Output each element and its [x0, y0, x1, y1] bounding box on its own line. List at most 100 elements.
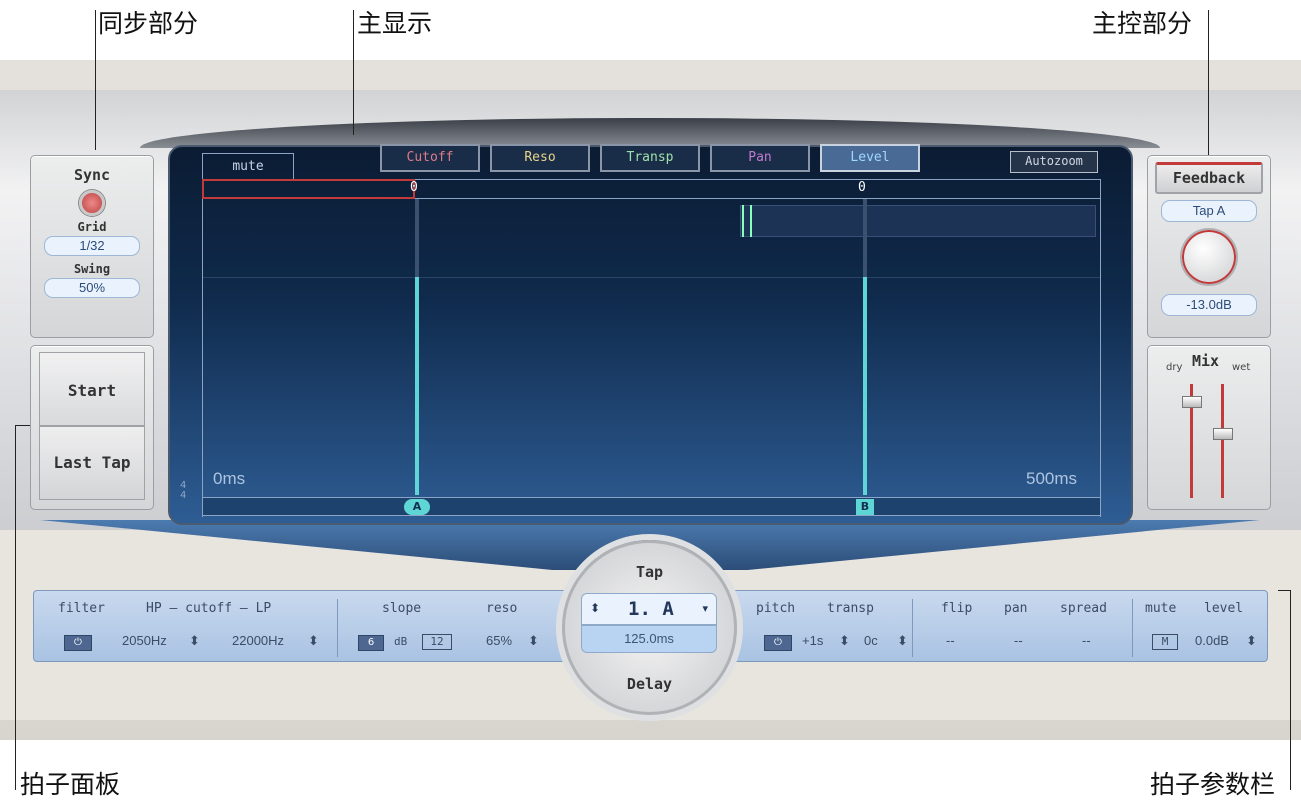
time-start-label: 0ms [213, 469, 246, 488]
tap-a-bar[interactable] [415, 277, 419, 495]
level-value[interactable]: 0.0dB [1195, 633, 1229, 648]
master-section: Feedback Tap A -13.0dB [1147, 155, 1271, 338]
tap-delay-dial[interactable]: Tap ⬍ 1. A ▾ 125.0ms Delay [562, 540, 737, 715]
start-button[interactable]: Start [39, 352, 145, 426]
flip-header: flip [941, 601, 973, 616]
spread-value[interactable]: -- [1082, 633, 1091, 648]
tap-select[interactable]: Tap A [1161, 200, 1257, 222]
annotation-master-section: 主控部分 [1092, 9, 1193, 38]
zoom-overview[interactable] [740, 205, 1096, 237]
reso-button[interactable]: Reso [490, 144, 590, 172]
slope-header: slope [382, 601, 422, 616]
mute-bar [202, 179, 415, 199]
slope-12-button[interactable]: 12 [422, 634, 452, 650]
lp-stepper-icon[interactable]: ⬍ [308, 633, 319, 649]
wet-slider-thumb[interactable] [1213, 428, 1233, 440]
mute-tab[interactable]: mute [202, 153, 294, 181]
hp-value[interactable]: 2050Hz [122, 633, 167, 648]
main-display[interactable]: mute 0 0 0ms 500ms 4 4 A B [168, 145, 1133, 525]
graph-frame [202, 199, 1101, 517]
gridline [203, 277, 1100, 278]
level-button[interactable]: Level [820, 144, 920, 172]
zoom-handle[interactable] [742, 205, 752, 237]
grid-value[interactable]: 1/32 [44, 236, 140, 256]
grid-label: Grid [77, 220, 107, 234]
annotation-line [1278, 590, 1290, 591]
sync-button[interactable] [79, 190, 105, 216]
time-end-label: 500ms [1026, 469, 1078, 488]
tap-pads: Start Last Tap [30, 345, 154, 510]
feedback-knob[interactable] [1180, 228, 1238, 286]
value-marker-a: 0 [410, 180, 418, 195]
pan-value[interactable]: -- [1014, 633, 1023, 648]
slope-6-button[interactable]: 6 [358, 635, 384, 651]
tap-a-line-dim [415, 199, 419, 279]
delay-time-field[interactable]: 125.0ms [581, 625, 717, 653]
transp-value[interactable]: 0c [864, 633, 878, 648]
annotation-tap-parameter-bar: 拍子参数栏 [1150, 770, 1276, 799]
tap-stepper-icon[interactable]: ⬍ [590, 601, 600, 615]
flip-value[interactable]: -- [946, 633, 955, 648]
autozoom-button[interactable]: Autozoom [1010, 151, 1098, 173]
reso-header: reso [486, 601, 518, 616]
pitch-power-button[interactable]: ⏻ [764, 635, 792, 651]
reso-stepper-icon[interactable]: ⬍ [528, 633, 539, 649]
last-tap-label: Last Tap [53, 453, 131, 472]
tap-a-marker[interactable]: A [404, 499, 430, 515]
cutoff-button[interactable]: Cutoff [380, 144, 480, 172]
pan-header: pan [1004, 601, 1028, 616]
annotation-line [1290, 590, 1291, 790]
wet-slider-track[interactable] [1221, 384, 1224, 498]
annotation-line [1208, 10, 1209, 160]
tap-selector[interactable]: ⬍ 1. A ▾ [581, 593, 717, 625]
divider [1132, 599, 1133, 657]
level-header: level [1204, 601, 1244, 616]
feedback-button[interactable]: Feedback [1155, 162, 1263, 194]
spread-header: spread [1060, 601, 1107, 616]
value-marker-b: 0 [858, 180, 866, 195]
transp-stepper-icon[interactable]: ⬍ [897, 633, 908, 649]
filter-power-button[interactable]: ⏻ [64, 635, 92, 651]
feedback-label: Feedback [1172, 169, 1246, 187]
annotation-main-display: 主显示 [357, 9, 433, 38]
mix-section: dry Mix wet [1147, 345, 1271, 510]
divider [912, 599, 913, 657]
pan-button[interactable]: Pan [710, 144, 810, 172]
start-label: Start [67, 381, 117, 400]
annotation-tap-pads: 拍子面板 [20, 770, 121, 799]
mix-label: Mix [1192, 352, 1220, 370]
tap-b-line-dim [863, 199, 867, 279]
dry-slider-thumb[interactable] [1182, 396, 1202, 408]
tap-label: Tap [635, 563, 664, 581]
mute-button[interactable]: M [1152, 634, 1178, 650]
time-signature: 4 4 [180, 480, 187, 501]
divider [337, 599, 338, 657]
annotation-line [353, 10, 354, 135]
feedback-value[interactable]: -13.0dB [1161, 294, 1257, 316]
reso-value[interactable]: 65% [486, 633, 512, 648]
level-stepper-icon[interactable]: ⬍ [1246, 633, 1257, 649]
wet-label: wet [1232, 362, 1251, 373]
hp-stepper-icon[interactable]: ⬍ [189, 633, 200, 649]
swing-value[interactable]: 50% [44, 278, 140, 298]
mute-header: mute [1145, 601, 1177, 616]
pitch-stepper-icon[interactable]: ⬍ [839, 633, 850, 649]
pitch-value[interactable]: +1s [802, 633, 823, 648]
tap-ruler[interactable] [202, 497, 1101, 516]
tap-b-bar[interactable] [863, 277, 867, 495]
swing-label: Swing [73, 262, 111, 276]
annotation-line [95, 10, 96, 150]
delay-label: Delay [626, 675, 673, 693]
filter-header: filter [58, 601, 105, 616]
tap-dropdown-icon[interactable]: ▾ [702, 602, 708, 615]
dry-label: dry [1166, 362, 1183, 373]
transp-button[interactable]: Transp [600, 144, 700, 172]
transp-header: transp [827, 601, 874, 616]
cutoff-header: HP – cutoff – LP [146, 601, 272, 616]
sync-section: Sync Grid 1/32 Swing 50% [30, 155, 154, 338]
last-tap-button[interactable]: Last Tap [39, 426, 145, 500]
tap-b-marker[interactable]: B [856, 499, 874, 515]
annotation-sync-section: 同步部分 [98, 9, 199, 38]
slope-db-label: dB [394, 635, 408, 648]
lp-value[interactable]: 22000Hz [232, 633, 284, 648]
